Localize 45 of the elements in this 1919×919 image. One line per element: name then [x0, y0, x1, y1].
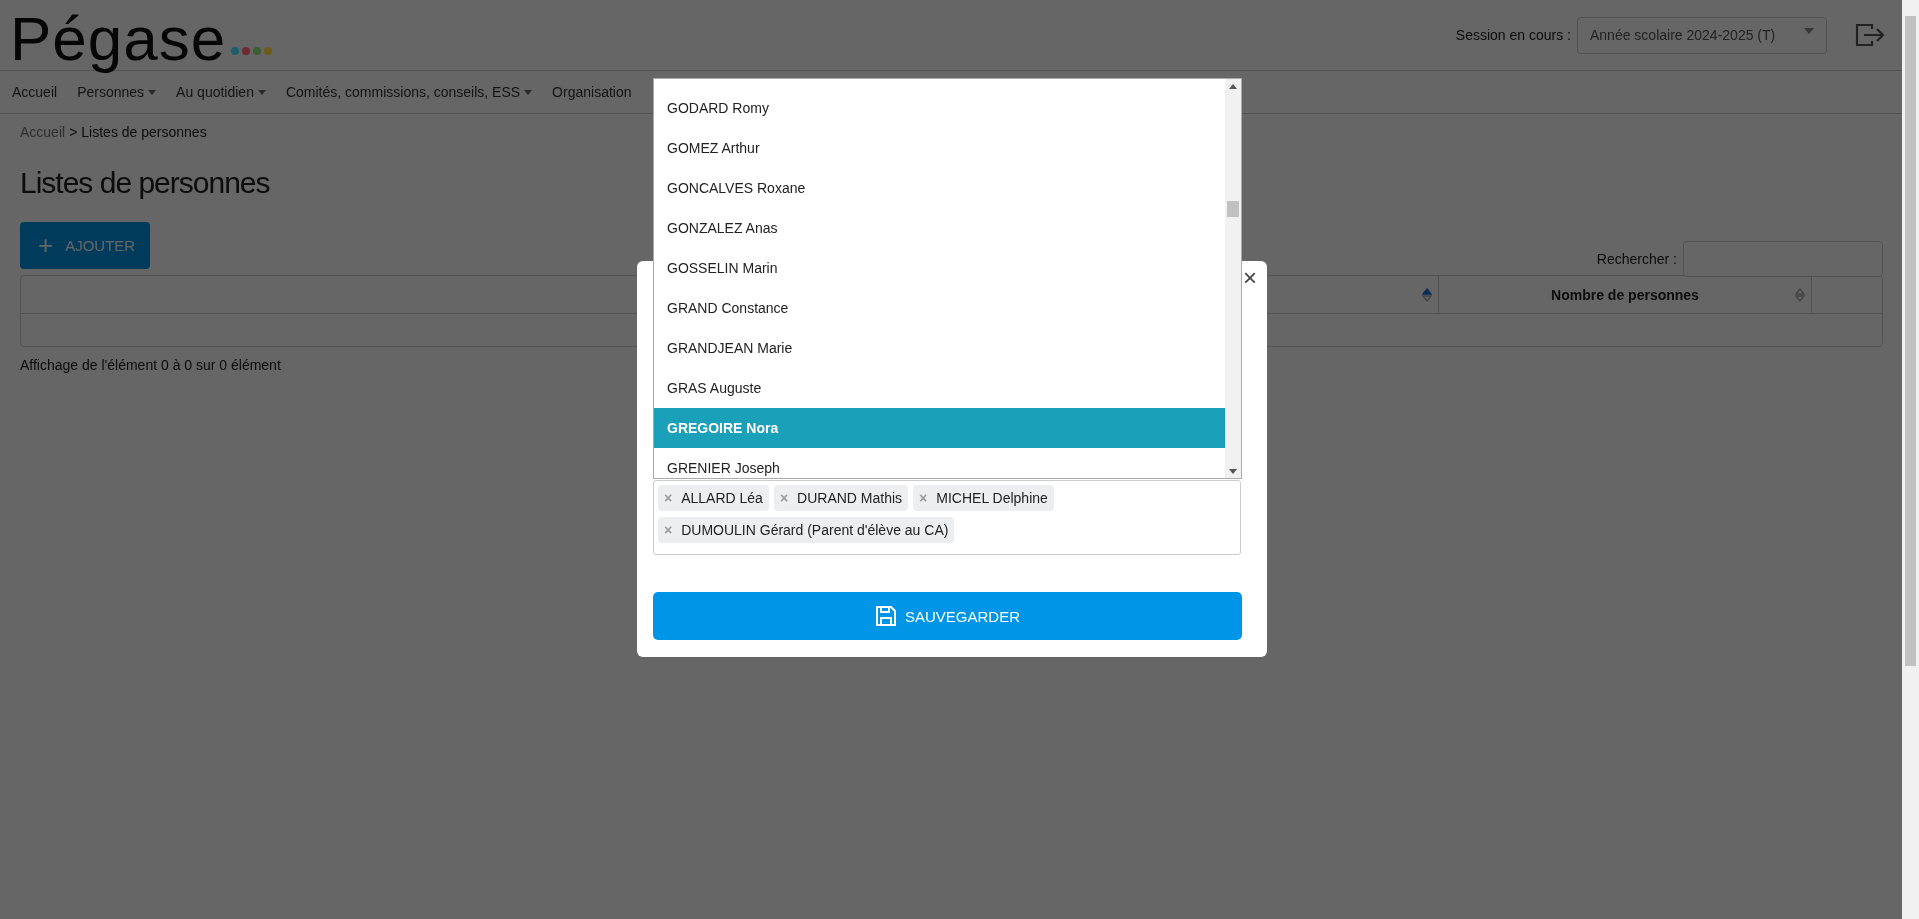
list-option[interactable]: GOSSELIN Marin	[654, 248, 1225, 288]
breadcrumb-separator: >	[69, 124, 78, 140]
logout-icon[interactable]	[1855, 22, 1885, 48]
tag-label: MICHEL Delphine	[936, 490, 1048, 506]
save-button[interactable]: SAUVEGARDER	[653, 592, 1242, 640]
logo-dots-icon	[230, 46, 275, 56]
caret-icon[interactable]	[148, 89, 157, 95]
nav-menu-item[interactable]: Au quotidien	[176, 84, 266, 100]
column-header: Nombre de personnes	[1551, 286, 1699, 303]
list-option[interactable]: GREGOIRE Nora	[654, 408, 1225, 448]
sort-icon[interactable]	[1422, 288, 1432, 302]
breadcrumb-current: Listes de personnes	[81, 124, 207, 140]
nav-menu-item[interactable]: Comités, commissions, conseils, ESS	[285, 84, 533, 100]
caret-icon[interactable]	[524, 89, 533, 95]
search-label: Rechercher :	[1596, 251, 1677, 267]
list-option[interactable]: GRAND Constance	[654, 288, 1225, 328]
caret-icon[interactable]	[1804, 28, 1814, 34]
session-label: Session en cours :	[1455, 27, 1571, 43]
sort-icon[interactable]	[1795, 288, 1805, 302]
nav-menu-item[interactable]: Personnes	[77, 84, 157, 100]
tag-label: ALLARD Léa	[681, 490, 763, 506]
remove-tag-button[interactable]: ×	[664, 522, 673, 538]
list-option[interactable]: GOMEZ Arthur	[654, 128, 1225, 168]
list-option[interactable]: GRAS Auguste	[654, 368, 1225, 408]
list-option[interactable]: GONZALEZ Anas	[654, 208, 1225, 248]
remove-tag-button[interactable]: ×	[919, 490, 928, 506]
nav-menu-item[interactable]: Organisation	[552, 84, 632, 100]
list-option[interactable]: GONCALVES Roxane	[654, 168, 1225, 208]
list-option[interactable]: GODARD Romy	[654, 88, 1225, 128]
caret-icon[interactable]	[257, 89, 266, 95]
nav-menu-item[interactable]: Accueil	[12, 84, 58, 100]
list-option[interactable]: GRANDJEAN Marie	[654, 328, 1225, 368]
list-option[interactable]: GRENIER Joseph	[654, 448, 1225, 478]
page-title: Listes de personnes	[20, 166, 270, 200]
add-button[interactable]: + AJOUTER	[20, 222, 150, 269]
remove-tag-button[interactable]: ×	[664, 490, 673, 506]
list-scrollbar[interactable]	[1225, 79, 1241, 478]
remove-tag-button[interactable]: ×	[779, 490, 789, 506]
close-button[interactable]: ×	[1243, 265, 1257, 291]
page-scrollbar[interactable]	[1902, 0, 1919, 919]
session-select[interactable]: Année scolaire 2024-2025 (T)	[1577, 16, 1827, 54]
selected-people-field[interactable]: × ALLARD Léa × DURAND Mathis × MICHEL Delphine × DUMOULIN Gérard (Parent d'élève au CA)	[653, 480, 1241, 555]
tag-label: DUMOULIN Gérard (Parent d'élève au CA)	[681, 522, 949, 538]
table-info: Affichage de l'élément 0 à 0 sur 0 élément	[20, 357, 281, 373]
tag-label: DURAND Mathis	[797, 490, 903, 506]
